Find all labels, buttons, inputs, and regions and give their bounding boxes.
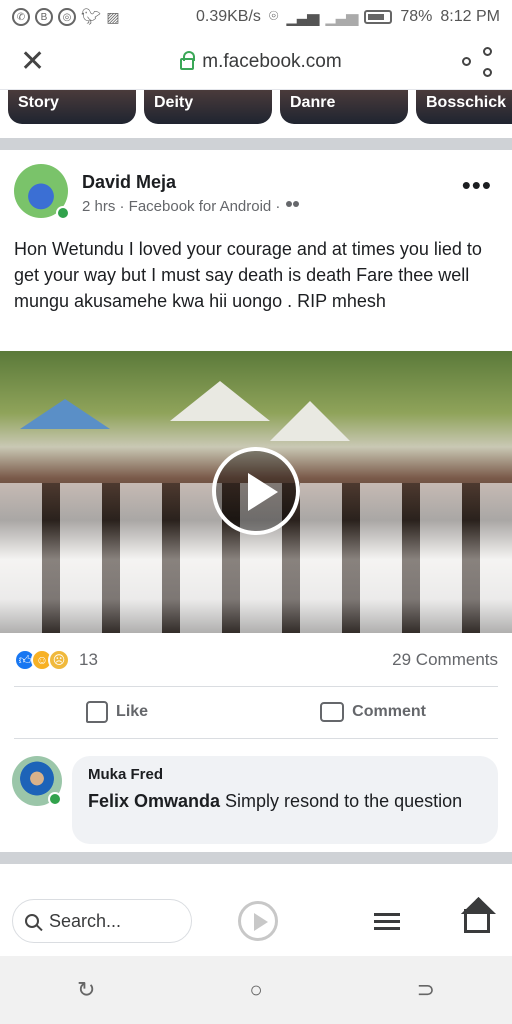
- reaction-count[interactable]: 13: [79, 650, 98, 670]
- search-input[interactable]: Search...: [12, 899, 192, 943]
- post-meta-text: 2 hrs · Facebook for Android ·: [82, 198, 281, 215]
- comment-text: Felix Omwanda Simply resond to the quest…: [88, 789, 482, 813]
- story-card[interactable]: Deity: [144, 90, 272, 124]
- story-card[interactable]: Danre: [280, 90, 408, 124]
- comment-mention[interactable]: Felix Omwanda: [88, 791, 220, 811]
- close-icon[interactable]: ✕: [20, 46, 60, 77]
- comment-body: Simply resond to the question: [220, 791, 463, 811]
- back-icon[interactable]: ⊃: [417, 977, 435, 1003]
- comment-item: Muka Fred Felix Omwanda Simply resond to…: [0, 752, 512, 848]
- tent-shape: [170, 381, 270, 421]
- signal-2-icon: ▁▃▅: [325, 9, 358, 26]
- system-nav-bar: ↻ ○ ⊃: [0, 956, 512, 1024]
- video-play-icon[interactable]: [238, 901, 278, 941]
- status-bar: ✆ B ◎ 🐦︎ ▨ 0.39KB/s ⌾ ▁▃▅ ▁▃▅ 78% 8:12 P…: [0, 0, 512, 34]
- post-text: Hon Wetundu I loved your courage and at …: [14, 239, 482, 311]
- home-icon[interactable]: [464, 909, 490, 933]
- browser-url-bar: ✕ m.facebook.com: [0, 34, 512, 90]
- divider: [14, 686, 498, 687]
- twitter-icon: 🐦︎: [81, 9, 102, 26]
- like-button[interactable]: Like: [86, 701, 148, 723]
- online-indicator: [56, 206, 70, 220]
- signal-icon: ▁▃▅: [286, 9, 320, 26]
- comment-label: Comment: [352, 703, 426, 720]
- comment-author[interactable]: Muka Fred: [88, 766, 482, 783]
- battery-icon: [364, 10, 393, 24]
- feed-separator: [0, 852, 512, 864]
- lock-icon: [180, 50, 196, 70]
- whatsapp-business-icon: B: [35, 8, 53, 26]
- comment-bubble-icon: [320, 702, 345, 722]
- play-icon[interactable]: [212, 447, 300, 535]
- like-label: Like: [116, 703, 149, 720]
- thumbs-up-icon: [86, 701, 109, 723]
- home-circle-icon[interactable]: ○: [249, 977, 262, 1003]
- search-icon: [25, 914, 39, 928]
- bottom-toolbar: Search...: [0, 886, 512, 956]
- comments-count[interactable]: 29 Comments: [392, 650, 498, 670]
- divider: [14, 738, 498, 739]
- umbrella-shape: [20, 399, 110, 429]
- notification-icons: ✆ B ◎ 🐦︎ ▨: [12, 7, 120, 27]
- story-label: Bosschick: [426, 94, 507, 111]
- post-actions: Like Comment: [0, 688, 512, 736]
- more-options-icon[interactable]: •••: [462, 172, 492, 198]
- url-display[interactable]: m.facebook.com: [60, 50, 462, 73]
- location-icon: ⌾: [268, 8, 279, 25]
- stories-strip: Story Deity Danre Bosschick: [0, 90, 512, 128]
- story-label: Danre: [290, 94, 336, 111]
- friends-audience-icon: [286, 200, 300, 213]
- story-card[interactable]: Story: [8, 90, 136, 124]
- activity-icon: ▨: [106, 8, 120, 25]
- tent-shape: [270, 401, 350, 441]
- whatsapp-icon: ✆: [12, 8, 30, 26]
- feed-separator: [0, 138, 512, 150]
- post-author[interactable]: David Meja: [82, 172, 176, 193]
- story-label: Story: [18, 94, 59, 111]
- post-meta: 2 hrs · Facebook for Android ·: [82, 198, 300, 215]
- comment-bubble[interactable]: Muka Fred Felix Omwanda Simply resond to…: [72, 756, 498, 844]
- online-indicator: [48, 792, 62, 806]
- post-header: David Meja 2 hrs · Facebook for Android …: [0, 150, 512, 230]
- instagram-icon: ◎: [58, 8, 76, 26]
- comment-button[interactable]: Comment: [320, 702, 426, 722]
- network-speed: 0.39KB/s: [195, 8, 261, 25]
- clock-time: 8:12 PM: [440, 8, 500, 25]
- story-card[interactable]: Bosschick: [416, 90, 512, 124]
- search-placeholder: Search...: [49, 910, 122, 931]
- sad-reaction-icon[interactable]: ☹: [48, 649, 70, 671]
- post-video[interactable]: [0, 351, 512, 633]
- battery-percent: 78%: [400, 8, 433, 25]
- story-label: Deity: [154, 94, 194, 111]
- share-icon[interactable]: [462, 46, 492, 77]
- reactions-bar: 👍︎ ☺ ☹ 13 29 Comments: [14, 646, 498, 674]
- url-text: m.facebook.com: [202, 50, 342, 72]
- menu-icon[interactable]: [374, 912, 400, 930]
- recent-apps-icon[interactable]: ↻: [77, 977, 95, 1003]
